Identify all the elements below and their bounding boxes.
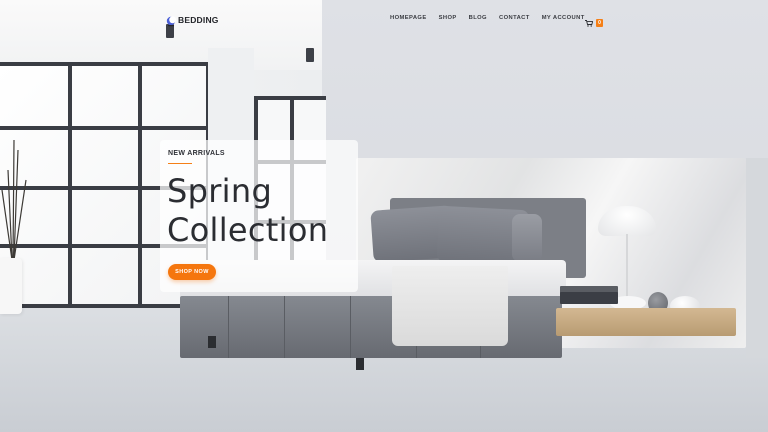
books bbox=[560, 292, 618, 304]
cart-icon bbox=[585, 14, 594, 32]
bed-leg bbox=[356, 358, 364, 370]
floating-nightstand bbox=[556, 308, 736, 336]
main-nav: HOMEPAGE SHOP BLOG CONTACT MY ACCOUNT bbox=[390, 15, 597, 21]
headline-line-2: Collection bbox=[167, 211, 329, 249]
headline-line-1: Spring bbox=[167, 172, 273, 210]
lamp-pole bbox=[626, 234, 628, 300]
hero-page: NEW ARRIVALS Spring Collection SHOP NOW … bbox=[0, 0, 768, 432]
hero-headline: Spring Collection bbox=[167, 172, 328, 250]
plant-pot bbox=[0, 258, 22, 314]
nav-item-shop[interactable]: SHOP bbox=[439, 15, 457, 21]
ceiling bbox=[0, 0, 322, 70]
nav-item-homepage[interactable]: HOMEPAGE bbox=[390, 15, 427, 21]
moon-logo-icon bbox=[166, 14, 176, 27]
bed-leg bbox=[208, 336, 216, 348]
nav-item-contact[interactable]: CONTACT bbox=[499, 15, 530, 21]
shop-now-button[interactable]: SHOP NOW bbox=[168, 264, 216, 280]
bed-throw-blanket bbox=[392, 266, 508, 346]
nav-item-my-account[interactable]: MY ACCOUNT bbox=[542, 15, 585, 21]
hero-eyebrow: NEW ARRIVALS bbox=[168, 150, 225, 157]
nav-item-blog[interactable]: BLOG bbox=[469, 15, 487, 21]
site-logo[interactable]: BEDDING bbox=[166, 14, 219, 27]
ceiling-speaker bbox=[306, 48, 314, 62]
bed-pillow bbox=[512, 214, 542, 262]
marble-edge bbox=[746, 158, 768, 358]
logo-text: BEDDING bbox=[178, 15, 219, 25]
plant-decoration bbox=[1, 139, 27, 260]
hero-background-image bbox=[0, 0, 768, 432]
eyebrow-underline bbox=[168, 163, 192, 164]
cart-count-badge: 0 bbox=[596, 19, 603, 27]
cart-button[interactable]: 0 bbox=[585, 14, 603, 32]
